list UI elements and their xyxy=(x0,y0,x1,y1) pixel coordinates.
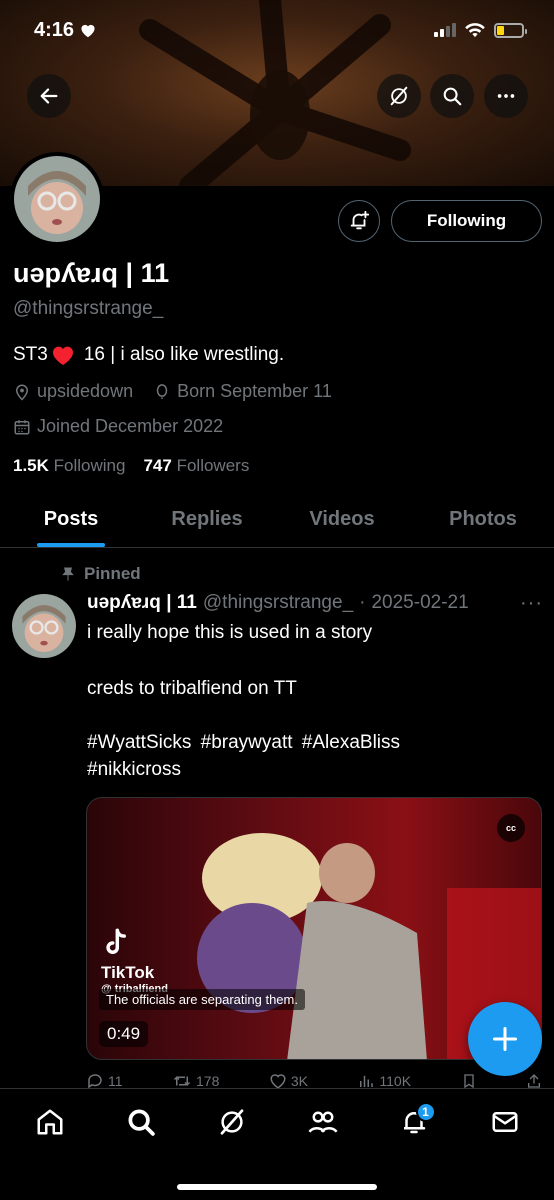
post-author-avatar[interactable] xyxy=(12,594,76,658)
closed-captions-button[interactable]: cc xyxy=(497,814,525,842)
post-separator: · xyxy=(359,592,366,613)
search-icon xyxy=(443,87,462,106)
tab-posts-label: Posts xyxy=(43,508,99,530)
tab-videos-label: Videos xyxy=(309,508,375,530)
tab-replies-label: Replies xyxy=(171,508,243,530)
tab-replies[interactable]: Replies xyxy=(142,492,272,547)
location-pin-icon xyxy=(15,384,29,401)
nav-home[interactable] xyxy=(20,1092,80,1152)
profile-joined-row: Joined December 2022 xyxy=(13,416,223,437)
nav-messages[interactable] xyxy=(475,1092,535,1152)
more-options-button[interactable] xyxy=(484,74,528,118)
video-caption: The officials are separating them. xyxy=(99,989,305,1010)
followers-label: Followers xyxy=(176,456,250,475)
avatar-image xyxy=(14,156,100,242)
post-hashtags-line-1: #WyattSicks #braywyatt #AlexaBliss xyxy=(87,732,404,754)
cellular-signal-icon xyxy=(434,23,456,37)
profile-location: upsidedown xyxy=(37,381,134,401)
post-avatar-image xyxy=(12,594,76,658)
notify-bell-plus-icon xyxy=(350,210,370,230)
post-text-line-1: i really hope this is used in a story xyxy=(87,622,373,643)
back-button[interactable] xyxy=(27,74,71,118)
wifi-icon xyxy=(465,23,485,38)
post-header: uǝpʎɐɹq | 11 @thingsrstrange_ · 2025-02-… xyxy=(87,592,469,614)
tiktok-watermark: TikTok @ tribalfiend xyxy=(101,928,168,995)
home-indicator xyxy=(177,1184,377,1190)
tab-videos[interactable]: Videos xyxy=(272,492,412,547)
search-button[interactable] xyxy=(430,74,474,118)
hashtag-link[interactable]: #WyattSicks xyxy=(87,732,191,753)
profile-handle: @thingsrstrange_ xyxy=(13,298,164,319)
home-icon xyxy=(37,1109,62,1135)
notify-button[interactable] xyxy=(338,200,380,242)
hashtag-link[interactable]: #AlexaBliss xyxy=(302,732,400,753)
follow-counts: 1.5K Following 747 Followers xyxy=(13,456,249,476)
active-tab-indicator xyxy=(37,543,105,547)
pinned-text: Pinned xyxy=(84,564,141,583)
nav-grok[interactable] xyxy=(202,1092,262,1152)
battery-icon xyxy=(494,22,527,38)
profile-birthday: Born September 11 xyxy=(177,381,332,401)
tab-posts[interactable]: Posts xyxy=(0,492,142,547)
pin-icon xyxy=(62,567,74,581)
profile-tabs: Posts Replies Videos Photos xyxy=(0,492,554,548)
status-icons xyxy=(434,22,527,38)
profile-joined: Joined December 2022 xyxy=(37,416,224,436)
video-duration: 0:49 xyxy=(99,1021,149,1047)
repost-count: 178 xyxy=(196,1073,220,1089)
heart-status-icon xyxy=(81,24,95,38)
post-date[interactable]: 2025-02-21 xyxy=(371,592,468,614)
bottom-nav: 1 xyxy=(0,1088,554,1200)
search-icon xyxy=(128,1109,155,1136)
tab-photos-label: Photos xyxy=(449,508,517,530)
red-heart-emoji-icon xyxy=(52,346,73,365)
profile-meta-row: upsidedown Born September 11 xyxy=(13,381,332,402)
notifications-badge: 1 xyxy=(415,1102,436,1122)
status-bar: 4:16 xyxy=(0,0,554,60)
following-label: Following xyxy=(53,456,126,475)
more-icon xyxy=(497,94,515,98)
tiktok-logo-icon xyxy=(106,928,126,954)
profile-avatar[interactable] xyxy=(10,152,104,246)
bio-prefix: ST3 xyxy=(13,344,48,365)
nav-communities[interactable] xyxy=(293,1092,353,1152)
bio-text: 16 | i also like wrestling. xyxy=(83,344,285,365)
nav-notifications[interactable]: 1 xyxy=(384,1092,444,1152)
post-author-name[interactable]: uǝpʎɐɹq | 11 xyxy=(87,592,197,614)
grok-icon xyxy=(390,86,408,106)
following-count-link[interactable]: 1.5K Following xyxy=(13,456,125,476)
followers-count-link[interactable]: 747 Followers xyxy=(143,456,249,476)
followers-count: 747 xyxy=(143,456,172,475)
post-hashtags-line-2: #nikkicross xyxy=(87,759,185,781)
post-author-handle[interactable]: @thingsrstrange_ xyxy=(203,592,353,614)
status-time: 4:16 xyxy=(34,19,97,42)
following-count: 1.5K xyxy=(13,456,49,475)
hashtag-link[interactable]: #braywyatt xyxy=(201,732,293,753)
tiktok-brand: TikTok xyxy=(101,963,155,982)
post-more-button[interactable]: ··· xyxy=(520,592,543,615)
nav-search[interactable] xyxy=(111,1092,171,1152)
communities-icon xyxy=(307,1111,338,1133)
profile-bio: ST3 16 | i also like wrestling. xyxy=(13,344,284,366)
back-arrow-icon xyxy=(40,88,58,104)
grok-button[interactable] xyxy=(377,74,421,118)
tab-photos[interactable]: Photos xyxy=(412,492,554,547)
pinned-label: Pinned xyxy=(60,564,141,584)
clock: 4:16 xyxy=(34,18,75,41)
compose-post-button[interactable] xyxy=(468,1002,542,1076)
plus-icon xyxy=(492,1026,518,1052)
hashtag-link[interactable]: #nikkicross xyxy=(87,759,181,780)
balloon-icon xyxy=(156,383,168,399)
reply-count: 11 xyxy=(108,1073,123,1089)
grok-icon xyxy=(220,1109,243,1135)
like-count: 3K xyxy=(290,1073,308,1089)
display-name: uǝpʎɐɹq | 11 xyxy=(13,258,170,288)
mail-icon xyxy=(492,1112,517,1132)
calendar-icon xyxy=(14,419,30,434)
following-button[interactable]: Following xyxy=(391,200,542,242)
post-text-line-2: creds to tribalfiend on TT xyxy=(87,678,297,699)
views-count: 110K xyxy=(379,1073,412,1089)
